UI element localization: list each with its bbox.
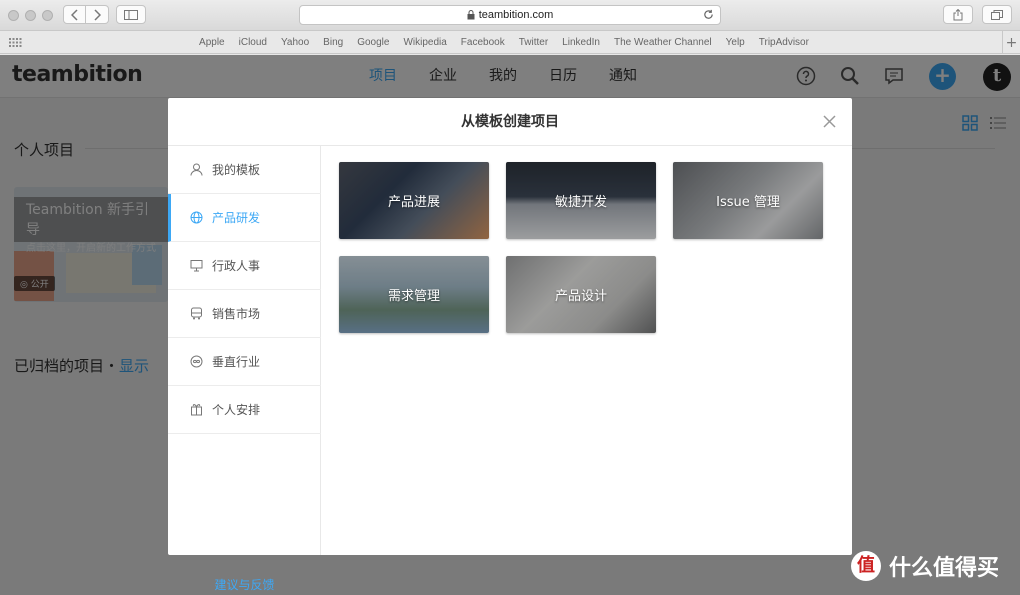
favorite-link[interactable]: Facebook — [461, 37, 505, 48]
template-label: 敏捷开发 — [554, 195, 607, 210]
lock-icon — [467, 10, 475, 20]
template-label: Issue 管理 — [716, 195, 780, 210]
category-label: 个人安排 — [212, 403, 261, 417]
favorite-link[interactable]: TripAdvisor — [759, 37, 809, 48]
favorite-link[interactable]: Bing — [323, 37, 343, 48]
favorite-link[interactable]: iCloud — [239, 37, 267, 48]
tabs-button[interactable] — [982, 5, 1012, 24]
tabs-icon — [991, 9, 1003, 20]
category-label: 我的模板 — [212, 163, 261, 177]
template-label: 产品设计 — [554, 289, 607, 304]
category-label: 垂直行业 — [212, 355, 261, 369]
template-label: 产品进展 — [387, 195, 440, 210]
favorites-bar: Apple iCloud Yahoo Bing Google Wikipedia… — [0, 31, 1020, 54]
template-tile[interactable]: 敏捷开发 — [506, 162, 656, 239]
watermark-badge: 值 — [851, 551, 881, 581]
close-icon[interactable] — [823, 115, 836, 128]
favorite-link[interactable]: Twitter — [519, 37, 548, 48]
category-label: 行政人事 — [212, 259, 261, 273]
share-button[interactable] — [943, 5, 973, 24]
favorite-link[interactable]: LinkedIn — [562, 37, 600, 48]
template-label: 需求管理 — [387, 289, 440, 304]
template-tile[interactable]: Issue 管理 — [673, 162, 823, 239]
modal-header: 从模板创建项目 — [168, 98, 852, 146]
category-personal[interactable]: 个人安排 — [168, 386, 321, 434]
watermark: 值 什么值得买 — [851, 550, 999, 582]
feedback-link[interactable]: 建议与反馈 — [168, 576, 321, 593]
url-text: teambition.com — [478, 9, 554, 21]
template-tile[interactable]: 产品进展 — [339, 162, 489, 239]
sidebar-icon — [124, 9, 138, 20]
share-icon — [953, 8, 963, 20]
infinity-icon — [190, 355, 203, 368]
template-tile[interactable]: 产品设计 — [506, 256, 656, 333]
favorite-link[interactable]: Yahoo — [281, 37, 309, 48]
template-category-sidebar: 我的模板 产品研发 行政人事 销售市场 垂直行业 个人安排 建议与反馈 — [168, 146, 321, 592]
category-sales-marketing[interactable]: 销售市场 — [168, 290, 321, 338]
chevron-left-icon — [70, 8, 78, 21]
template-tile[interactable]: 需求管理 — [339, 256, 489, 333]
forward-button[interactable] — [86, 5, 109, 24]
category-label: 产品研发 — [212, 211, 261, 225]
minimize-window-button[interactable] — [25, 10, 36, 21]
browser-toolbar: teambition.com — [0, 0, 1020, 31]
zoom-window-button[interactable] — [42, 10, 53, 21]
category-product-dev[interactable]: 产品研发 — [168, 194, 321, 242]
bus-icon — [191, 307, 202, 320]
favorite-link[interactable]: Google — [357, 37, 389, 48]
category-my-templates[interactable]: 我的模板 — [168, 146, 321, 194]
modal-title: 从模板创建项目 — [461, 114, 559, 130]
address-bar[interactable]: teambition.com — [299, 5, 721, 25]
category-vertical-industry[interactable]: 垂直行业 — [168, 338, 321, 386]
favorite-link[interactable]: Apple — [199, 37, 225, 48]
back-button[interactable] — [63, 5, 86, 24]
favorites-list: Apple iCloud Yahoo Bing Google Wikipedia… — [0, 31, 1020, 54]
favorite-link[interactable]: Yelp — [726, 37, 745, 48]
add-tab-button[interactable]: + — [1002, 31, 1020, 54]
gift-icon — [191, 404, 202, 416]
sidebar-toggle-button[interactable] — [116, 5, 146, 24]
close-window-button[interactable] — [8, 10, 19, 21]
favorite-link[interactable]: Wikipedia — [403, 37, 446, 48]
category-label: 销售市场 — [212, 307, 261, 321]
user-icon — [190, 163, 203, 176]
template-modal: 从模板创建项目 我的模板 产品研发 行政人事 销售市场 垂直行业 个人安排 建议… — [168, 98, 852, 592]
watermark-text: 什么值得买 — [889, 556, 1000, 581]
monitor-icon — [190, 260, 203, 272]
category-admin-hr[interactable]: 行政人事 — [168, 242, 321, 290]
reload-icon[interactable] — [703, 9, 714, 20]
chevron-right-icon — [94, 8, 101, 21]
globe-icon — [190, 211, 203, 224]
favorite-link[interactable]: The Weather Channel — [614, 37, 712, 48]
